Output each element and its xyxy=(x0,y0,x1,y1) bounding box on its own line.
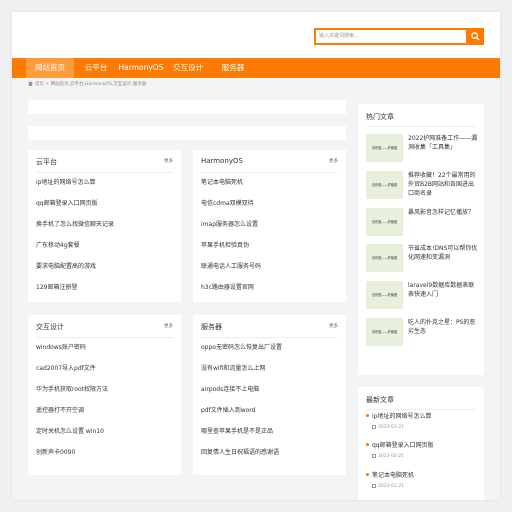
section-title: 云平台 xyxy=(36,158,57,166)
hot-article-item[interactable]: 没有图——终输图 laravel9数据库数据表联表快速入门 xyxy=(366,281,476,311)
nav-item-home[interactable]: 网站首页 xyxy=(26,58,74,78)
breadcrumb: 首页 > 网站首页,云平台,HarmonyOS,交互设计,服务器 xyxy=(28,80,146,90)
list-item[interactable]: pdf文件插入到word xyxy=(201,406,282,427)
hot-articles-panel: 热门文章 没有图——终输图 2022护网准备工作——漏洞收集「工具集」 没有图—… xyxy=(358,104,484,375)
search-input[interactable]: 输入关键词搜索... xyxy=(314,28,466,45)
list-item[interactable]: oppo无密码怎么恢复出厂设置 xyxy=(201,343,282,364)
article-list: oppo无密码怎么恢复出厂设置 没有wifi和流量怎么上网 airpods连接不… xyxy=(201,343,282,469)
bullet-icon xyxy=(366,473,369,476)
article-thumbnail[interactable]: 没有图——终输图 xyxy=(366,134,403,162)
article-thumbnail[interactable]: 没有图——终输图 xyxy=(366,171,403,199)
list-item[interactable]: 华为手机获取root权限方法 xyxy=(36,385,108,406)
article-thumbnail[interactable]: 没有图——终输图 xyxy=(366,208,403,236)
section-title: 交互设计 xyxy=(36,323,64,331)
banner-strip-2 xyxy=(28,126,346,140)
nav-item-cloud[interactable]: 云平台 xyxy=(78,58,114,78)
list-item[interactable]: 定时关机怎么设置 win10 xyxy=(36,427,108,448)
divider xyxy=(366,409,476,410)
latest-articles-title: 最新文章 xyxy=(366,396,394,404)
main-nav: 网站首页 云平台 HarmonyOS 交互设计 服务器 xyxy=(12,58,500,78)
list-item[interactable]: cad2007导入pdf文件 xyxy=(36,364,108,385)
search-icon xyxy=(470,32,480,41)
home-icon xyxy=(28,81,33,86)
hot-article-item[interactable]: 没有图——终输图 吃人的扑克之星：PS的恶劣生态 xyxy=(366,318,476,348)
nav-item-interaction[interactable]: 交互设计 xyxy=(168,58,208,78)
hot-article-item[interactable]: 没有图——终输图 暴风影音怎样记忆播放？ xyxy=(366,208,476,238)
latest-article-item[interactable]: qq邮箱登录入口网页版 2023-02-21 xyxy=(366,441,476,460)
breadcrumb-text[interactable]: 首页 > 网站首页,云平台,HarmonyOS,交互设计,服务器 xyxy=(35,82,146,87)
hot-articles-title: 热门文章 xyxy=(366,113,394,121)
divider xyxy=(36,172,173,173)
section-card-cloud: 云平台 更多 ip地址的网络号怎么算 qq邮箱登录入口网页版 换手机了怎么找微信… xyxy=(28,150,181,302)
list-item[interactable]: h3c路由器设置官网 xyxy=(201,283,261,304)
list-item[interactable]: 129邮箱注册登 xyxy=(36,283,114,304)
more-link[interactable]: 更多 xyxy=(329,158,338,164)
list-item[interactable]: 联通电话人工服务号码 xyxy=(201,262,261,283)
nav-item-harmonyos[interactable]: HarmonyOS xyxy=(116,58,166,78)
nav-item-server[interactable]: 服务器 xyxy=(214,58,252,78)
section-title: 服务器 xyxy=(201,323,222,331)
list-item[interactable]: 笔记本电脑死机 xyxy=(201,178,261,199)
banner-strip-1 xyxy=(28,100,346,114)
calendar-icon xyxy=(372,484,376,488)
divider xyxy=(201,337,338,338)
divider xyxy=(36,337,173,338)
section-card-server: 服务器 更多 oppo无密码怎么恢复出厂设置 没有wifi和流量怎么上网 air… xyxy=(193,315,346,475)
site-header: 输入关键词搜索... xyxy=(12,12,500,58)
more-link[interactable]: 更多 xyxy=(164,158,173,164)
page-frame: 输入关键词搜索... 网站首页 云平台 HarmonyOS 交互设计 服务器 首… xyxy=(12,12,500,500)
list-item[interactable]: 要求电脑配置高的游戏 xyxy=(36,262,114,283)
calendar-icon xyxy=(372,454,376,458)
list-item[interactable]: imap服务器怎么设置 xyxy=(201,220,261,241)
bullet-icon xyxy=(366,443,369,446)
list-item[interactable]: qq邮箱登录入口网页版 xyxy=(36,199,114,220)
hot-article-item[interactable]: 没有图——终输图 节省成本!DNS可以帮你优化网速和变漏洞 xyxy=(366,244,477,274)
bullet-icon xyxy=(366,414,369,417)
divider xyxy=(366,126,476,127)
section-card-harmonyos: HarmonyOS 更多 笔记本电脑死机 电信cdma双模双待 imap服务器怎… xyxy=(193,150,346,302)
latest-article-item[interactable]: 笔记本电脑死机 2023-02-21 xyxy=(366,471,476,490)
latest-article-item[interactable]: ip地址的网络号怎么算 2023-02-21 xyxy=(366,412,476,431)
article-thumbnail[interactable]: 没有图——终输图 xyxy=(366,318,403,346)
list-item[interactable]: 电信cdma双模双待 xyxy=(201,199,261,220)
section-card-interaction: 交互设计 更多 windows账户密码 cad2007导入pdf文件 华为手机获… xyxy=(28,315,181,475)
list-item[interactable]: 哪里查苹果手机是不是正品 xyxy=(201,427,282,448)
article-thumbnail[interactable]: 没有图——终输图 xyxy=(366,281,403,309)
article-list: 笔记本电脑死机 电信cdma双模双待 imap服务器怎么设置 苹果手机检验真伪 … xyxy=(201,178,261,304)
more-link[interactable]: 更多 xyxy=(329,323,338,329)
list-item[interactable]: 换手机了怎么找微信聊天记录 xyxy=(36,220,114,241)
search-button[interactable] xyxy=(466,28,484,45)
section-title: HarmonyOS xyxy=(201,157,243,165)
list-item[interactable]: ip地址的网络号怎么算 xyxy=(36,178,114,199)
list-item[interactable]: airpods连接不上电脑 xyxy=(201,385,282,406)
more-link[interactable]: 更多 xyxy=(164,323,173,329)
hot-article-item[interactable]: 没有图——终输图 推荐收藏！22个最常用的外贸B2B网站和各国进出口商名录 xyxy=(366,171,476,201)
hot-article-item[interactable]: 没有图——终输图 2022护网准备工作——漏洞收集「工具集」 xyxy=(366,134,477,164)
divider xyxy=(201,172,338,173)
list-item[interactable]: 遥控器打不开空调 xyxy=(36,406,108,427)
list-item[interactable]: 回复情人生日祝福语的感谢语 xyxy=(201,448,282,469)
list-item[interactable]: 创新声卡0090 xyxy=(36,448,108,469)
list-item[interactable]: windows账户密码 xyxy=(36,343,108,364)
latest-articles-panel: 最新文章 ip地址的网络号怎么算 2023-02-21 qq邮箱登录入口网页版 … xyxy=(358,387,484,500)
list-item[interactable]: 苹果手机检验真伪 xyxy=(201,241,261,262)
list-item[interactable]: 广东移动4g套餐 xyxy=(36,241,114,262)
article-list: ip地址的网络号怎么算 qq邮箱登录入口网页版 换手机了怎么找微信聊天记录 广东… xyxy=(36,178,114,304)
calendar-icon xyxy=(372,425,376,429)
list-item[interactable]: 没有wifi和流量怎么上网 xyxy=(201,364,282,385)
article-list: windows账户密码 cad2007导入pdf文件 华为手机获取root权限方… xyxy=(36,343,108,469)
article-thumbnail[interactable]: 没有图——终输图 xyxy=(366,244,403,272)
